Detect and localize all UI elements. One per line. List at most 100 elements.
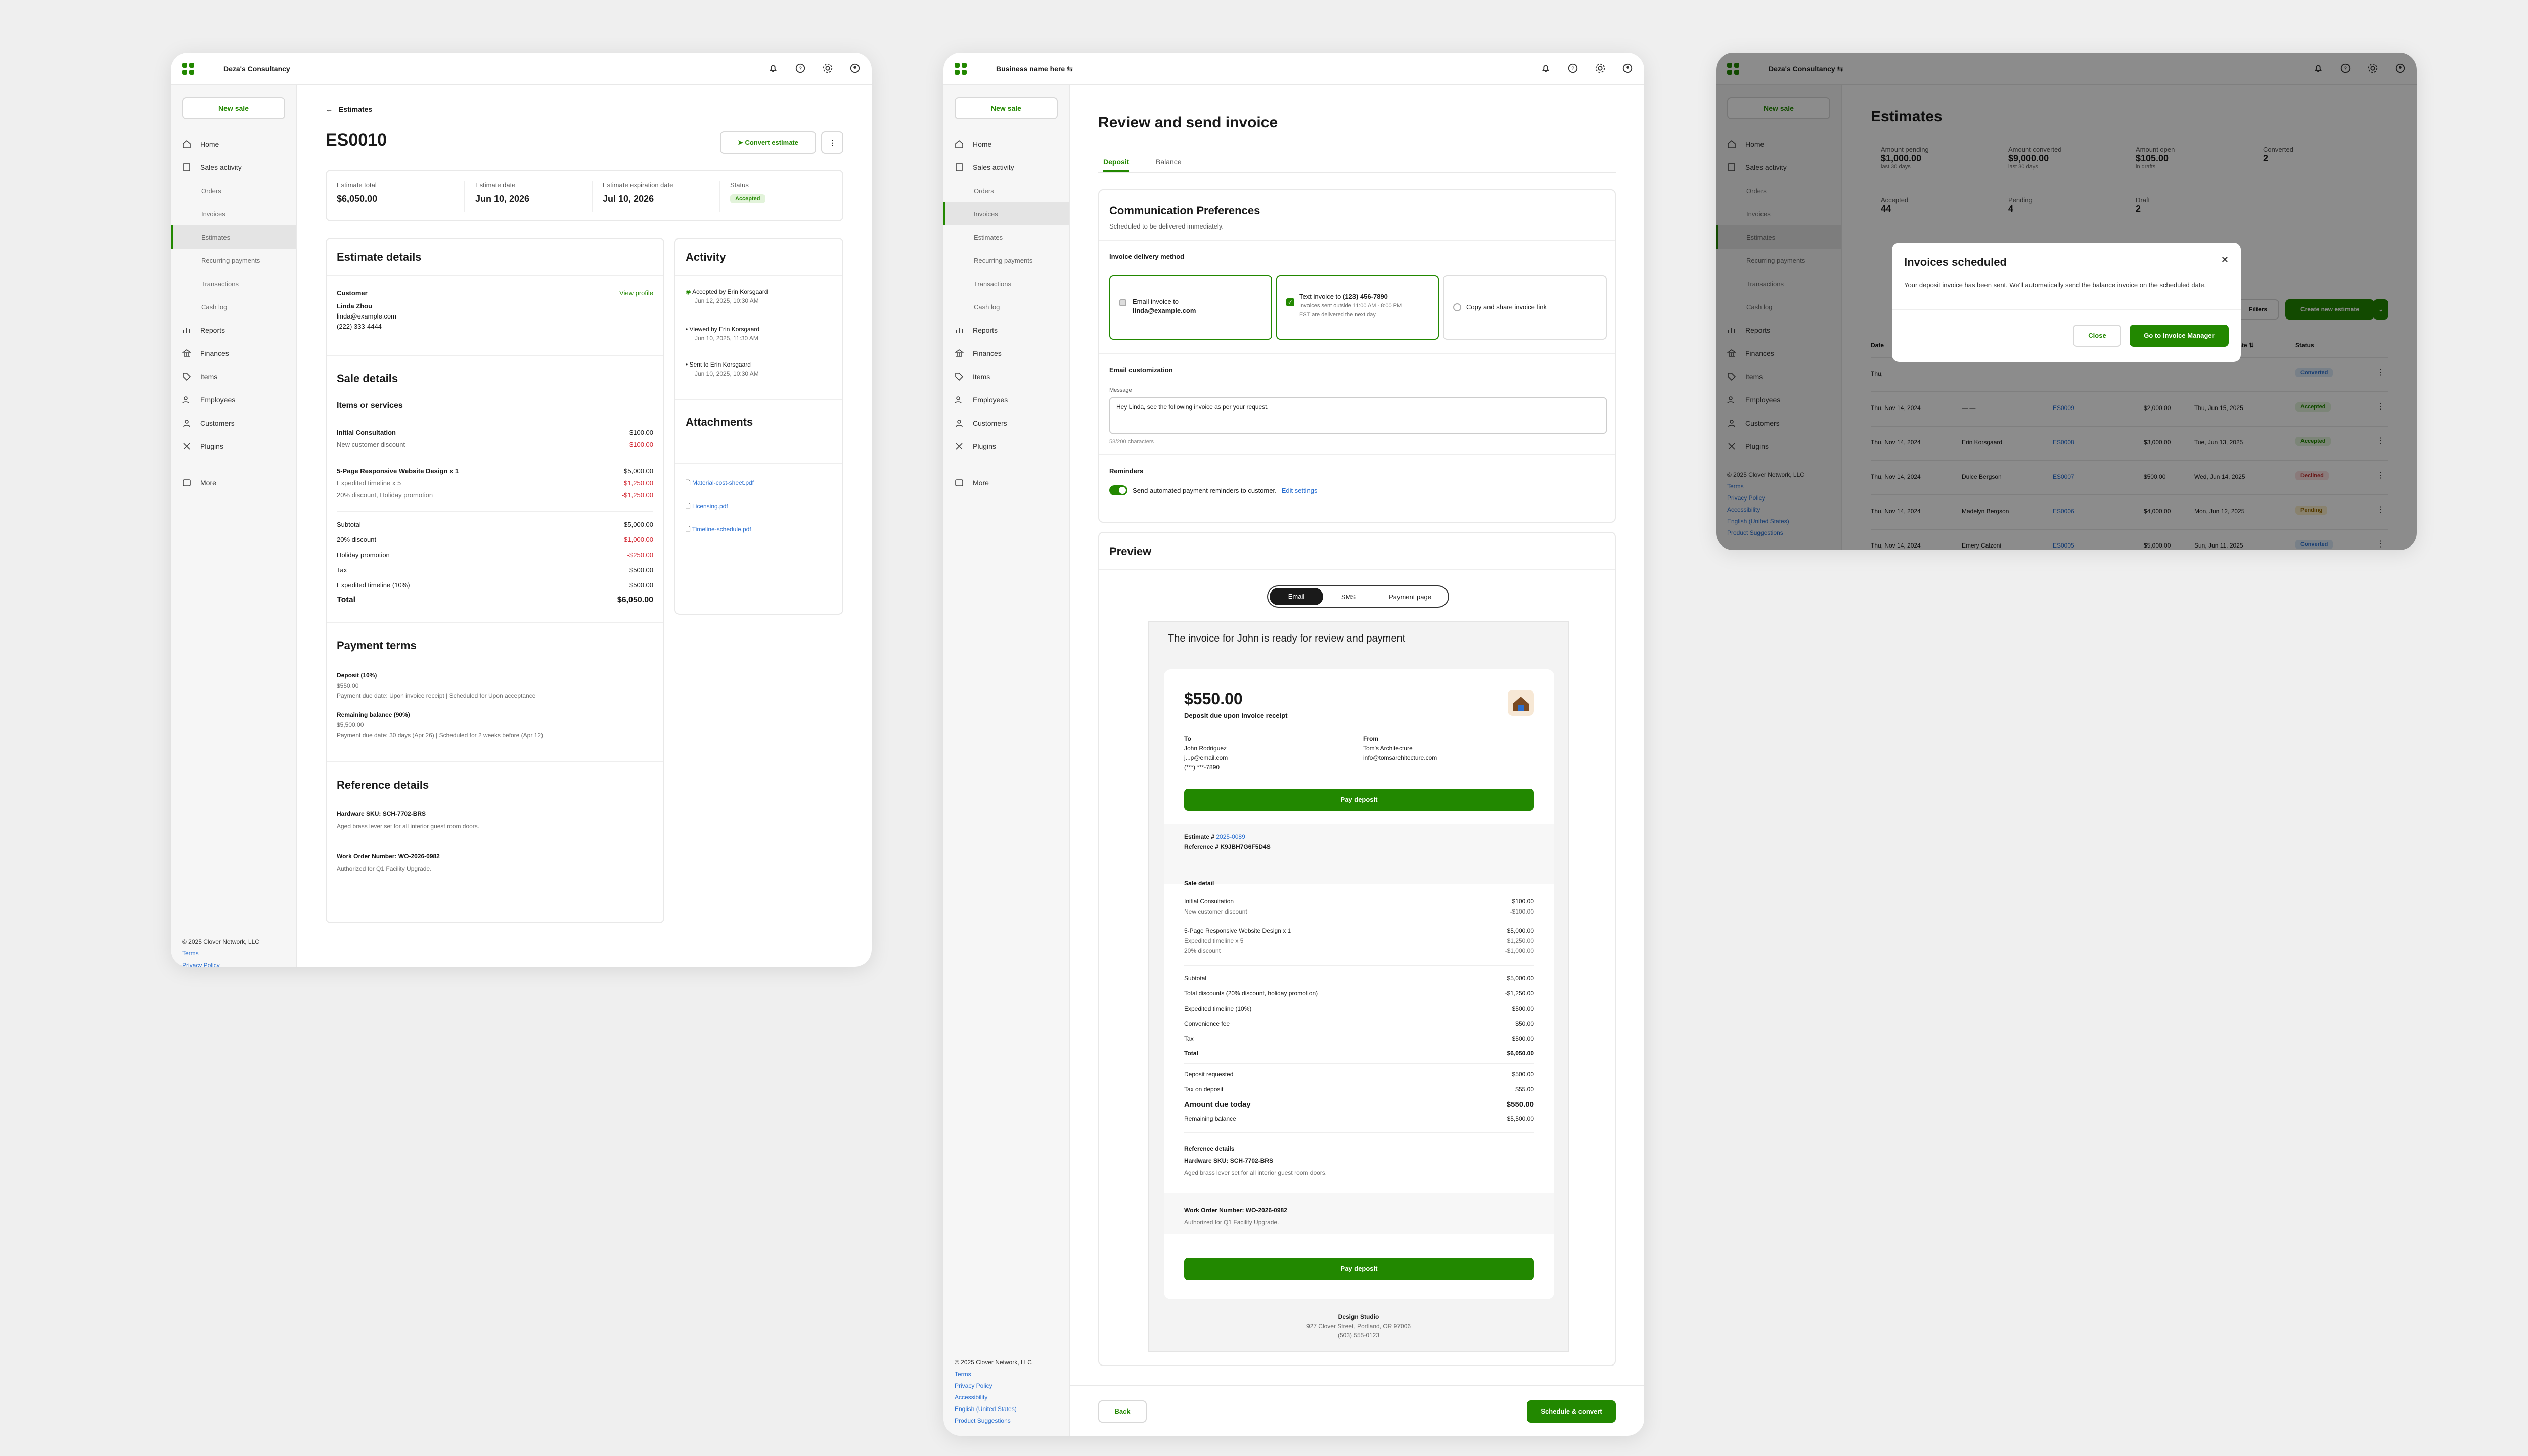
convert-estimate-button[interactable]: ➤ Convert estimate [720,131,816,154]
attachment-link[interactable]: 🗋 Licensing.pdf [686,502,728,512]
sidebar-item-home[interactable]: Home [171,132,296,156]
clover-logo-icon[interactable] [182,63,194,75]
sidebar-item-cash-log[interactable]: Cash log [171,295,296,318]
sidebar-item-customers[interactable]: Customers [171,412,296,435]
sidebar-item-invoices[interactable]: Invoices [943,202,1069,225]
sidebar-item-estimates[interactable]: Estimates [171,225,296,249]
sidebar-item-plugins[interactable]: Plugins [171,435,296,458]
footer-link-terms[interactable]: Terms [182,948,259,960]
activity-item: ◉ Accepted by Erin Korsgaard Jun 12, 2025… [686,287,768,305]
preview-tab-payment-page[interactable]: Payment page [1374,593,1447,601]
bell-icon[interactable] [1540,63,1551,74]
sidebar-item-items[interactable]: Items [943,365,1069,388]
sidebar-item-finances[interactable]: Finances [171,342,296,365]
footer-link-language[interactable]: English (United States) [955,1403,1032,1415]
estimate-number-link[interactable]: 2025-0089 [1216,833,1245,840]
pay-deposit-button[interactable]: Pay deposit [1184,789,1534,811]
preview-tab-sms[interactable]: SMS [1323,593,1374,601]
checkbox-email[interactable] [1119,299,1126,306]
delivery-option-link[interactable]: Copy and share invoice link [1443,275,1607,340]
footer-link-accessibility[interactable]: Accessibility [955,1392,1032,1403]
reference-item: Hardware SKU: SCH-7702-BRS Aged brass le… [337,808,479,832]
radio-link[interactable] [1453,303,1461,311]
option-line: Email invoice to [1133,298,1179,305]
reminders-toggle[interactable] [1109,485,1127,495]
line-amount: -$1,000.00 [1505,947,1534,954]
account-icon[interactable] [849,63,861,74]
checkbox-text-checked[interactable]: ✓ [1286,298,1294,306]
sidebar-item-orders[interactable]: Orders [943,179,1069,202]
term-amount: $5,500.00 [337,721,364,729]
footer-link-suggestions[interactable]: Product Suggestions [955,1415,1032,1427]
divider [1184,965,1534,966]
account-icon[interactable] [1622,63,1633,74]
footer-link-privacy[interactable]: Privacy Policy [182,960,259,967]
send-icon: ➤ [738,139,745,146]
reference-item-note: Authorized for Q1 Facility Upgrade. [1184,1219,1279,1226]
sidebar-item-more[interactable]: More [171,471,296,494]
preview-tabs: Email SMS Payment page [1267,585,1449,608]
more-options-button[interactable]: ⋮ [821,131,843,154]
attachment-link[interactable]: 🗋 Timeline-schedule.pdf [686,525,751,535]
new-sale-button[interactable]: New sale [182,97,285,119]
business-name[interactable]: Deza's Consultancy [223,65,290,73]
pay-deposit-button-bottom[interactable]: Pay deposit [1184,1258,1534,1280]
sidebar-item-transactions[interactable]: Transactions [171,272,296,295]
sidebar-item-transactions[interactable]: Transactions [943,272,1069,295]
go-to-invoice-manager-button[interactable]: Go to Invoice Manager [2130,325,2229,347]
schedule-convert-button[interactable]: Schedule & convert [1527,1400,1616,1423]
sidebar-item-label: Recurring payments [201,256,260,264]
plugin-icon [956,443,963,450]
summary-status: Status Accepted [719,181,765,212]
sidebar-item-recurring-payments[interactable]: Recurring payments [171,249,296,272]
gear-icon[interactable] [1595,63,1606,74]
gear-icon[interactable] [822,63,833,74]
delivery-option-text[interactable]: ✓ Text invoice to (123) 456-7890 Invoices… [1276,275,1439,340]
view-profile-link[interactable]: View profile [619,289,653,297]
sidebar-item-sales-activity[interactable]: Sales activity [171,156,296,179]
attachment-link[interactable]: 🗋 Material-cost-sheet.pdf [686,478,754,489]
help-icon[interactable]: ? [1567,63,1578,74]
sidebar-item-more[interactable]: More [943,471,1069,494]
svg-text:?: ? [799,66,802,72]
edit-settings-link[interactable]: Edit settings [1282,487,1318,494]
preview-tab-email[interactable]: Email [1270,588,1323,605]
sidebar-item-items[interactable]: Items [171,365,296,388]
sidebar-item-estimates[interactable]: Estimates [943,225,1069,249]
sidebar-item-reports[interactable]: Reports [943,318,1069,342]
sidebar-item-home[interactable]: Home [943,132,1069,156]
delivery-option-email[interactable]: Email invoice to linda@example.com [1109,275,1272,340]
sidebar-item-orders[interactable]: Orders [171,179,296,202]
business-name[interactable]: Business name here ⇆ [996,65,1073,73]
footer-link-terms[interactable]: Terms [955,1369,1032,1380]
sidebar-item-plugins[interactable]: Plugins [943,435,1069,458]
message-input[interactable]: Hey Linda, see the following invoice as … [1109,397,1607,434]
preview-card: Preview Email SMS Payment page The invoi… [1098,532,1616,1366]
footer-link-privacy[interactable]: Privacy Policy [955,1380,1032,1392]
close-button[interactable]: Close [2073,325,2121,347]
sidebar-footer: © 2025 Clover Network, LLC Terms Privacy… [182,936,259,967]
tab-balance[interactable]: Balance [1156,158,1182,166]
clover-logo-icon[interactable] [955,63,967,75]
reference-title: Reference details [337,779,429,791]
dot-icon: • [686,361,690,368]
bell-icon[interactable] [768,63,779,74]
sidebar-item-reports[interactable]: Reports [171,318,296,342]
sidebar-item-label: Recurring payments [974,256,1033,264]
back-button[interactable]: Back [1098,1400,1147,1423]
sidebar-item-sales-activity[interactable]: Sales activity [943,156,1069,179]
back-link[interactable]: ← Estimates [326,105,372,113]
sidebar-item-customers[interactable]: Customers [943,412,1069,435]
sidebar-item-finances[interactable]: Finances [943,342,1069,365]
new-sale-button[interactable]: New sale [955,97,1058,119]
sidebar-item-invoices[interactable]: Invoices [171,202,296,225]
summary-value: Jul 10, 2026 [603,194,654,204]
sidebar-item-cash-log[interactable]: Cash log [943,295,1069,318]
sidebar-item-employees[interactable]: Employees [943,388,1069,412]
sidebar-item-employees[interactable]: Employees [171,388,296,412]
help-icon[interactable]: ? [795,63,806,74]
tab-deposit[interactable]: Deposit [1103,158,1130,172]
sidebar-item-recurring-payments[interactable]: Recurring payments [943,249,1069,272]
line-amount: $550.00 [1506,1100,1534,1109]
close-icon[interactable]: ✕ [2221,255,2229,265]
